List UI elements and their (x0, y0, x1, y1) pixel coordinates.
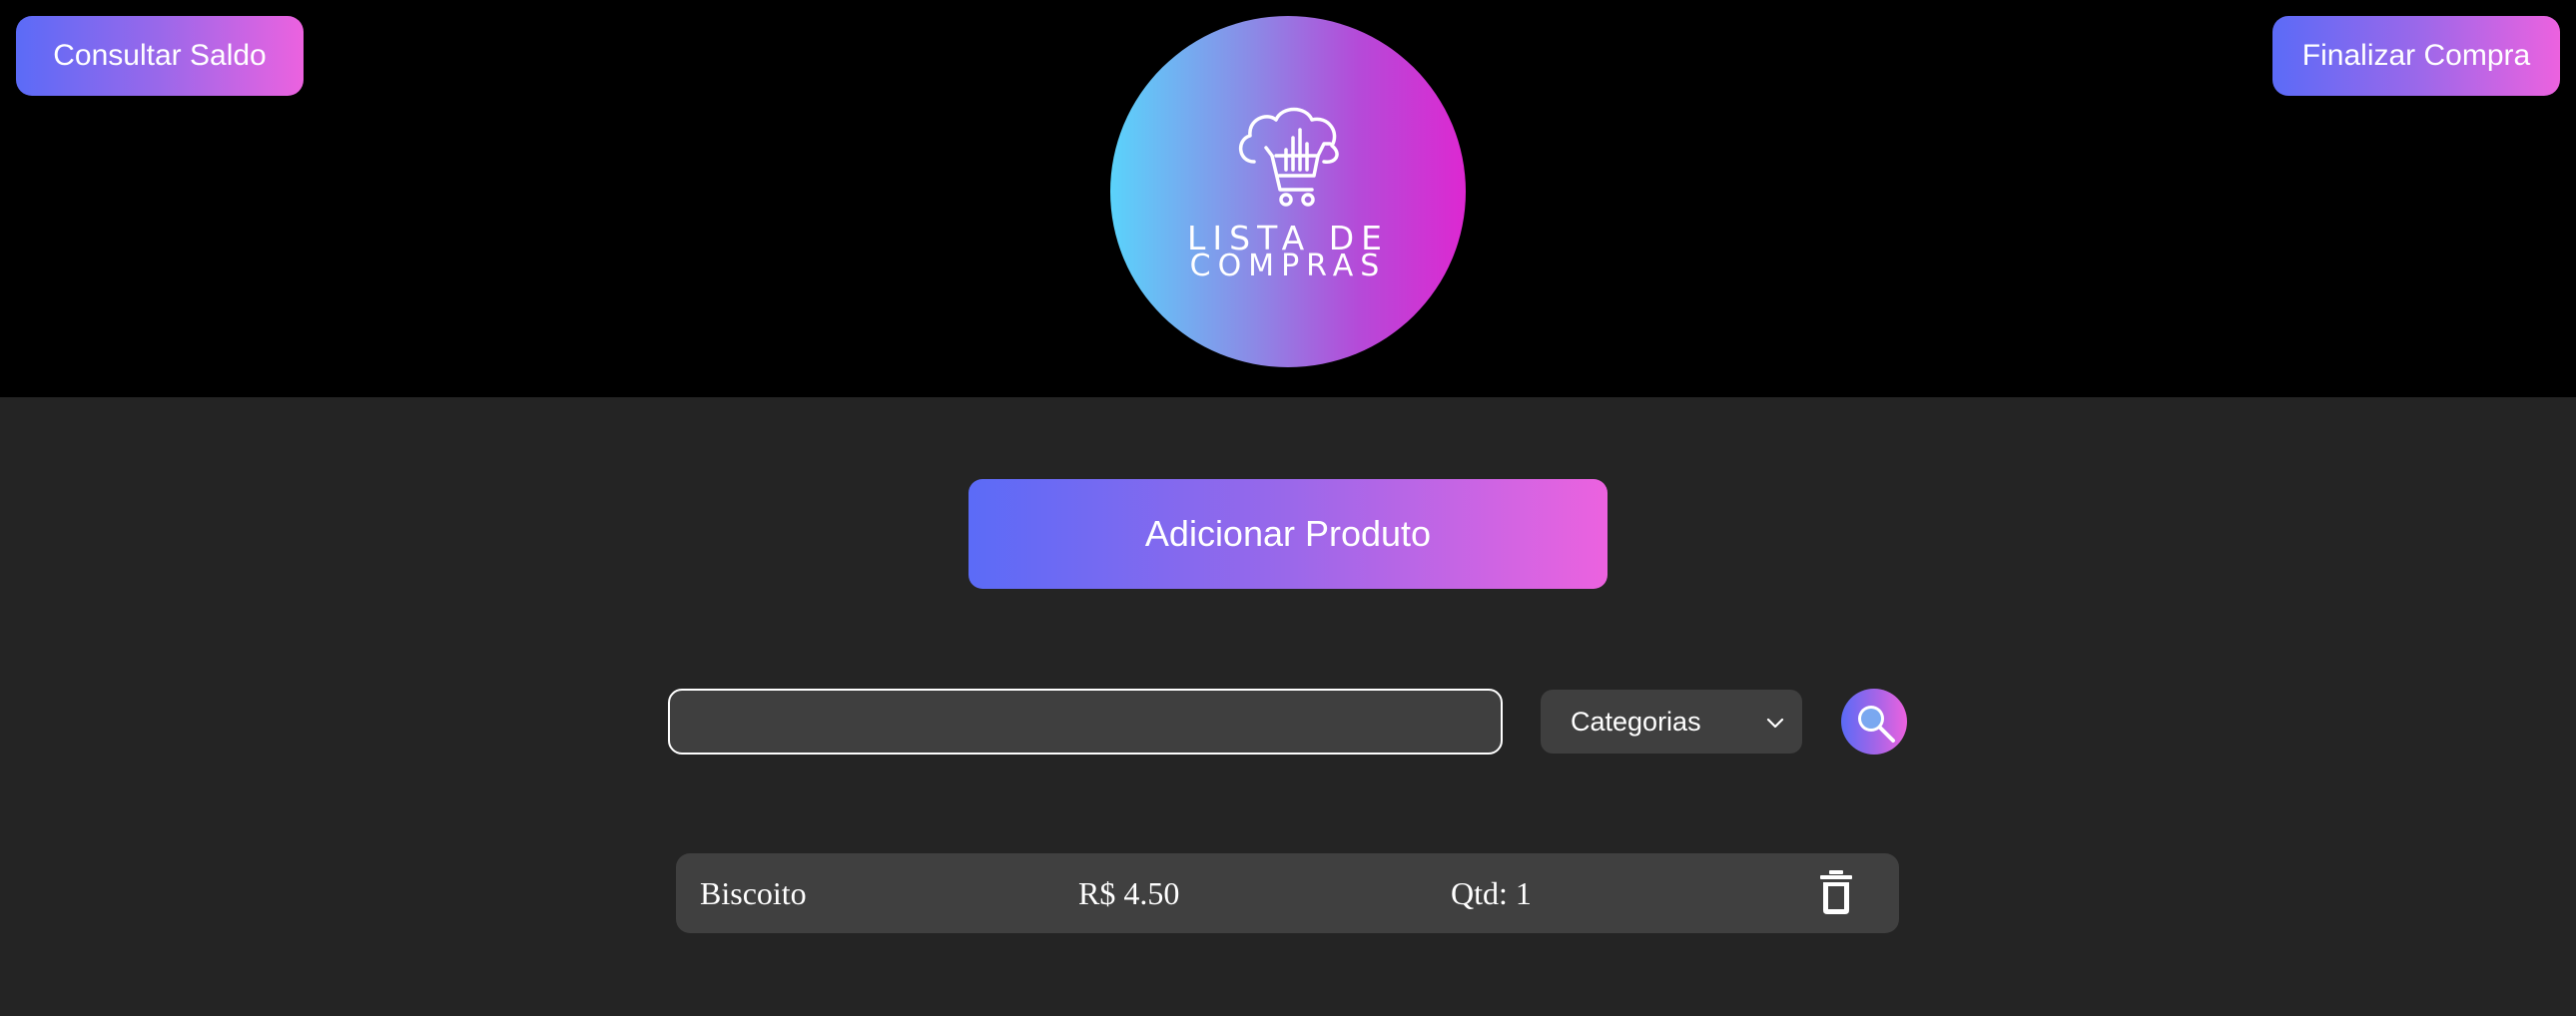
search-button[interactable] (1841, 689, 1907, 755)
cloud-cart-icon (1239, 107, 1339, 207)
list-item: Biscoito R$ 4.50 Qtd: 1 (676, 853, 1899, 933)
category-select-value: Categorias (1571, 706, 1701, 737)
search-input[interactable] (668, 689, 1503, 755)
item-quantity-value: 1 (1515, 875, 1532, 911)
chevron-down-icon (1766, 718, 1784, 729)
item-price: R$ 4.50 (1078, 875, 1180, 911)
trash-icon[interactable] (1818, 870, 1854, 914)
search-icon (1858, 706, 1895, 743)
consultar-saldo-button[interactable]: Consultar Saldo (16, 16, 304, 96)
logo-title-line2: COMPRAS (1189, 249, 1387, 283)
item-quantity: Qtd: 1 (1451, 853, 1532, 933)
header-bar: Consultar Saldo LISTA DE COMPRAS Finaliz… (0, 0, 2576, 397)
item-quantity-label: Qtd: (1451, 875, 1508, 911)
app-logo: LISTA DE COMPRAS (1110, 16, 1466, 367)
category-select[interactable]: Categorias (1541, 690, 1802, 754)
item-name: Biscoito (700, 875, 807, 911)
finalizar-compra-button[interactable]: Finalizar Compra (2272, 16, 2560, 96)
adicionar-produto-button[interactable]: Adicionar Produto (968, 479, 1608, 589)
